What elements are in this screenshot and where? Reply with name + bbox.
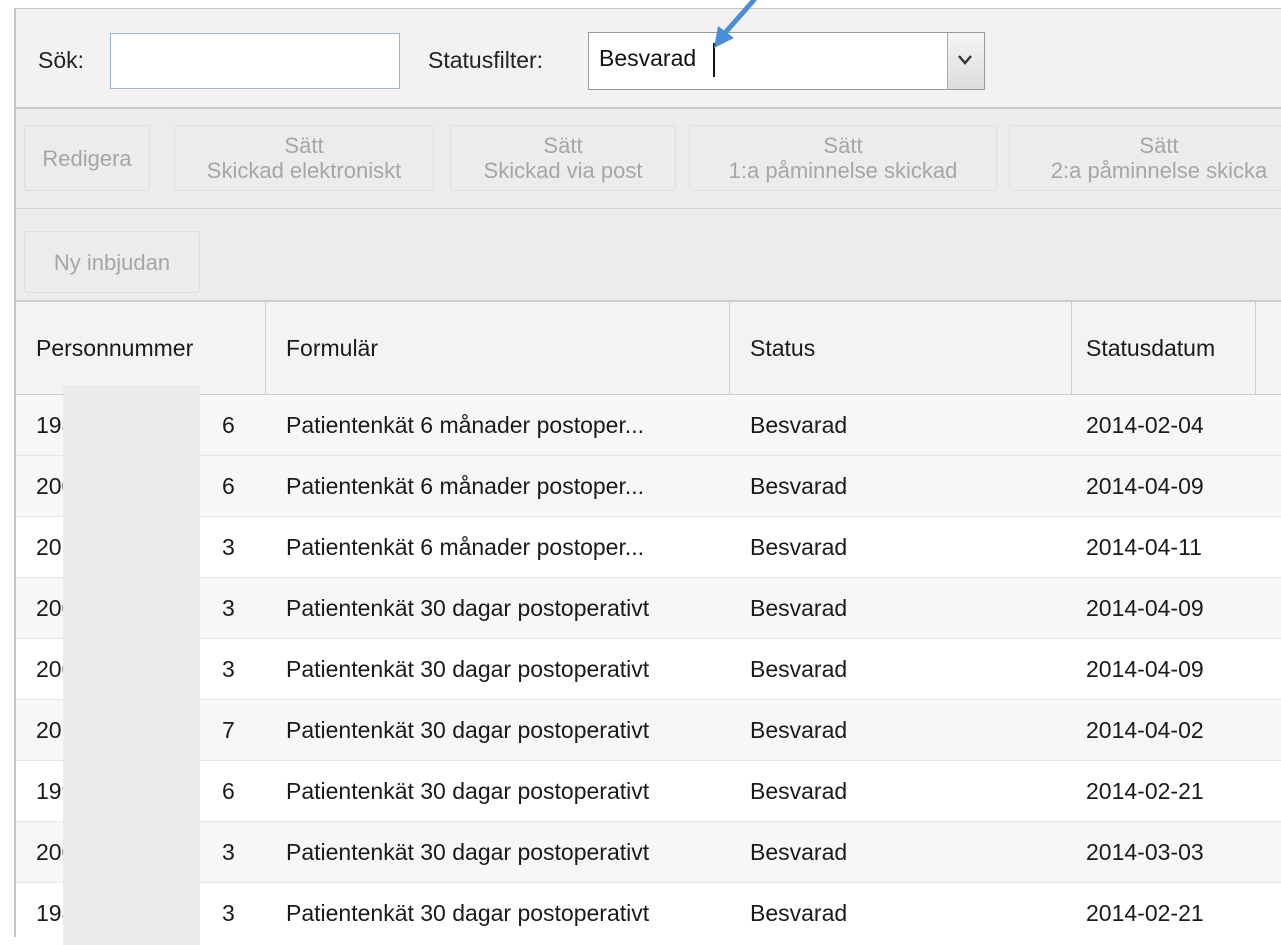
set-reminder1-button[interactable]: Sätt 1:a påminnelse skickad — [689, 125, 997, 191]
cell-personnummer-end: 6 — [222, 412, 235, 438]
cell-formular: Patientenkät 6 månader postoper... — [286, 534, 645, 560]
table-row[interactable]: 200 6 Patientenkät 6 månader postoper... Be… — [16, 456, 1281, 517]
cell-formular: Patientenkät 30 dagar postoperativt — [286, 595, 650, 621]
status-filter-select[interactable]: Besvarad — [588, 32, 985, 90]
table-row[interactable]: 200 3 Patientenkät 30 dagar postoperativt B… — [16, 822, 1281, 883]
cell-statusdatum: 2014-04-09 — [1086, 473, 1204, 499]
table-row[interactable]: 198 6 Patientenkät 6 månader postoper... Be… — [16, 395, 1281, 456]
button-label-line1: Sätt — [543, 133, 583, 158]
cell-personnummer-end: 6 — [222, 473, 235, 499]
chevron-down-icon[interactable] — [947, 33, 984, 89]
cell-status: Besvarad — [750, 595, 848, 621]
cell-personnummer-end: 3 — [222, 900, 235, 926]
button-label-line2: Skickad via post — [483, 158, 643, 183]
table-row[interactable]: 201 3 Patientenkät 6 månader postoper... Be… — [16, 517, 1281, 578]
table-row[interactable]: 200 3 Patientenkät 30 dagar postoperativt B… — [16, 578, 1281, 639]
set-sent-electronic-button[interactable]: Sätt Skickad elektroniskt — [174, 125, 434, 191]
button-label-line2: Skickad elektroniskt — [206, 158, 402, 183]
cell-personnummer-end: 3 — [222, 656, 235, 682]
cell-formular: Patientenkät 6 månader postoper... — [286, 412, 645, 438]
redaction-block — [63, 385, 200, 945]
cell-statusdatum: 2014-04-11 — [1086, 534, 1202, 560]
cell-statusdatum: 2014-03-03 — [1086, 839, 1204, 865]
cell-status: Besvarad — [750, 839, 848, 865]
cell-status: Besvarad — [750, 717, 848, 743]
column-header-statusdatum[interactable]: Statusdatum — [1072, 302, 1256, 394]
cell-status: Besvarad — [750, 656, 848, 682]
status-filter-label: Statusfilter: — [428, 47, 544, 73]
search-input[interactable] — [110, 33, 400, 89]
cell-personnummer-end: 3 — [222, 839, 235, 865]
button-label-line2: 1:a påminnelse skickad — [728, 158, 958, 183]
table-row[interactable]: 199 6 Patientenkät 30 dagar postoperativt B… — [16, 761, 1281, 822]
set-reminder2-button[interactable]: Sätt 2:a påminnelse skicka — [1009, 125, 1281, 191]
cell-statusdatum: 2014-02-21 — [1086, 900, 1204, 926]
column-header-status[interactable]: Status — [730, 302, 1072, 394]
column-header-formular[interactable]: Formulär — [266, 302, 730, 394]
cell-formular: Patientenkät 30 dagar postoperativt — [286, 778, 650, 804]
cell-formular: Patientenkät 6 månader postoper... — [286, 473, 645, 499]
column-header-personnummer[interactable]: Personnummer — [16, 302, 266, 394]
cell-personnummer-end: 6 — [222, 778, 235, 804]
table-row[interactable]: 200 3 Patientenkät 30 dagar postoperativt B… — [16, 639, 1281, 700]
search-bar: Sök: Statusfilter: Besvarad — [16, 9, 1281, 109]
edit-button[interactable]: Redigera — [24, 125, 150, 191]
edit-button-label: Redigera — [42, 145, 132, 171]
table-row[interactable]: 201 7 Patientenkät 30 dagar postoperativt B… — [16, 700, 1281, 761]
table-row[interactable]: 198 3 Patientenkät 30 dagar postoperativt B… — [16, 883, 1281, 937]
cell-statusdatum: 2014-04-09 — [1086, 595, 1204, 621]
cell-formular: Patientenkät 30 dagar postoperativt — [286, 656, 650, 682]
cell-status: Besvarad — [750, 473, 848, 499]
annotation-arrow-icon — [714, 0, 757, 48]
button-label-line1: Sätt — [1139, 133, 1179, 158]
cell-personnummer-end: 3 — [222, 595, 235, 621]
status-filter-value: Besvarad — [599, 45, 697, 71]
cell-personnummer-end: 3 — [222, 534, 235, 560]
cell-status: Besvarad — [750, 778, 848, 804]
new-invite-label: Ny inbjudan — [53, 249, 171, 275]
new-invite-button[interactable]: Ny inbjudan — [24, 231, 200, 293]
cell-status: Besvarad — [750, 900, 848, 926]
cell-formular: Patientenkät 30 dagar postoperativt — [286, 839, 650, 865]
search-label: Sök: — [38, 47, 85, 73]
cell-statusdatum: 2014-04-09 — [1086, 656, 1204, 682]
table-header: Personnummer Formulär Status Statusdatum — [16, 302, 1281, 395]
app-window: Sök: Statusfilter: Besvarad Redigera Sät… — [14, 8, 1281, 937]
cell-status: Besvarad — [750, 534, 848, 560]
cell-statusdatum: 2014-02-21 — [1086, 778, 1204, 804]
cell-formular: Patientenkät 30 dagar postoperativt — [286, 717, 650, 743]
cell-status: Besvarad — [750, 412, 848, 438]
cell-statusdatum: 2014-04-02 — [1086, 717, 1204, 743]
secondary-toolbar: Ny inbjudan — [16, 209, 1281, 302]
cell-personnummer-end: 7 — [222, 717, 235, 743]
cell-statusdatum: 2014-02-04 — [1086, 412, 1204, 438]
button-label-line1: Sätt — [823, 133, 863, 158]
cell-formular: Patientenkät 30 dagar postoperativt — [286, 900, 650, 926]
set-sent-post-button[interactable]: Sätt Skickad via post — [450, 125, 676, 191]
button-label-line2: 2:a påminnelse skicka — [1050, 158, 1268, 183]
action-toolbar: Redigera Sätt Skickad elektroniskt Sätt … — [16, 109, 1281, 209]
button-label-line1: Sätt — [284, 133, 324, 158]
table-body: 198 6 Patientenkät 6 månader postoper... Be… — [16, 395, 1281, 937]
